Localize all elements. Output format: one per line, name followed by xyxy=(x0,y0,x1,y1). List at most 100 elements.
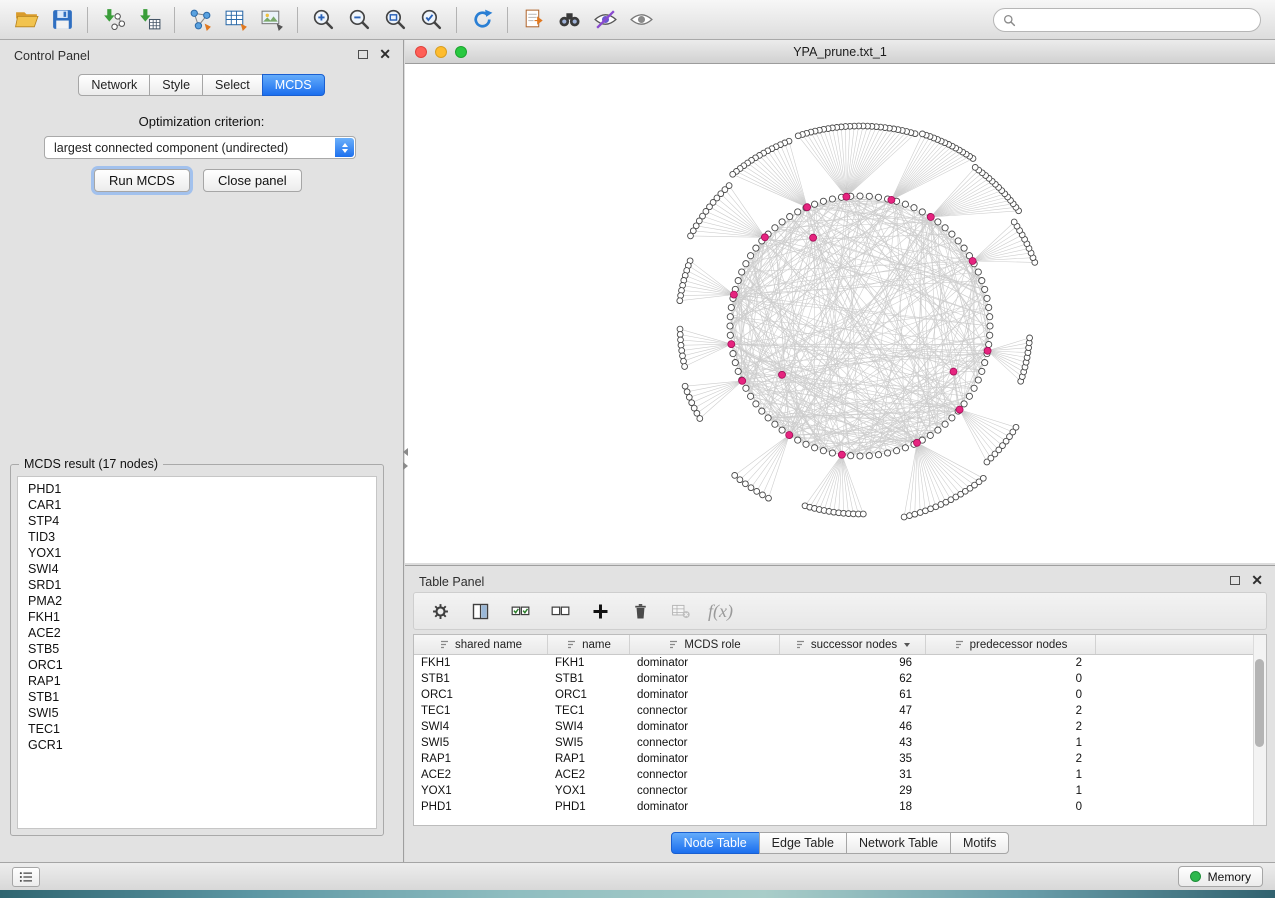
import-network-button[interactable] xyxy=(95,5,131,35)
delete-column-button[interactable] xyxy=(628,599,652,623)
mcds-result-item[interactable]: CAR1 xyxy=(18,497,376,513)
mcds-result-item[interactable]: SWI5 xyxy=(18,705,376,721)
table-tab-node-table[interactable]: Node Table xyxy=(671,832,760,854)
refresh-button[interactable] xyxy=(464,5,500,35)
toolbar-separator xyxy=(507,7,508,33)
table-row[interactable]: YOX1YOX1connector291 xyxy=(414,783,1266,799)
first-neighbors-button[interactable] xyxy=(551,5,587,35)
settings-button[interactable] xyxy=(428,599,452,623)
table-row[interactable]: ACE2ACE2connector311 xyxy=(414,767,1266,783)
zoom-in-icon xyxy=(311,7,336,32)
table-row[interactable]: SWI4SWI4dominator462 xyxy=(414,719,1266,735)
show-columns-button[interactable] xyxy=(468,599,492,623)
select-stepper-icon xyxy=(335,138,354,157)
close-table-panel-icon[interactable]: ✕ xyxy=(1251,575,1263,585)
close-panel-icon[interactable]: ✕ xyxy=(379,49,391,59)
memory-button[interactable]: Memory xyxy=(1178,866,1263,887)
zoom-selected-button[interactable] xyxy=(413,5,449,35)
select-all-button[interactable] xyxy=(508,599,532,623)
table-cell: 35 xyxy=(780,753,926,765)
unselect-all-button[interactable] xyxy=(548,599,572,623)
mcds-result-list[interactable]: PHD1CAR1STP4TID3YOX1SWI4SRD1PMA2FKH1ACE2… xyxy=(17,476,377,829)
mcds-result-item[interactable]: ORC1 xyxy=(18,657,376,673)
export-image-button[interactable] xyxy=(254,5,290,35)
splitter-collapse-buttons[interactable] xyxy=(401,448,409,474)
copy-document-icon xyxy=(521,7,546,32)
mcds-result-item[interactable]: STB5 xyxy=(18,641,376,657)
add-column-button[interactable] xyxy=(588,599,612,623)
table-tab-edge-table[interactable]: Edge Table xyxy=(759,832,847,854)
tab-style[interactable]: Style xyxy=(149,74,203,96)
export-network-button[interactable] xyxy=(182,5,218,35)
mcds-result-item[interactable]: TEC1 xyxy=(18,721,376,737)
column-header-MCDS-role[interactable]: MCDS role xyxy=(630,635,780,654)
tab-network[interactable]: Network xyxy=(78,74,150,96)
open-session-button[interactable] xyxy=(8,5,44,35)
table-tab-motifs[interactable]: Motifs xyxy=(950,832,1009,854)
tab-select[interactable]: Select xyxy=(202,74,263,96)
zoom-in-button[interactable] xyxy=(305,5,341,35)
column-header-shared-name[interactable]: shared name xyxy=(414,635,548,654)
collapse-left-icon[interactable] xyxy=(403,448,408,456)
save-session-button[interactable] xyxy=(44,5,80,35)
network-graph[interactable] xyxy=(405,64,1273,561)
import-table-button[interactable] xyxy=(131,5,167,35)
mcds-result-item[interactable]: TID3 xyxy=(18,529,376,545)
export-table-button[interactable] xyxy=(218,5,254,35)
table-row[interactable]: RAP1RAP1dominator352 xyxy=(414,751,1266,767)
table-scrollbar-thumb[interactable] xyxy=(1255,659,1264,747)
table-tab-network-table[interactable]: Network Table xyxy=(846,832,951,854)
column-header-predecessor-nodes[interactable]: predecessor nodes xyxy=(926,635,1096,654)
mcds-result-item[interactable]: STP4 xyxy=(18,513,376,529)
float-panel-icon[interactable] xyxy=(358,50,368,59)
table-row[interactable]: TEC1TEC1connector472 xyxy=(414,703,1266,719)
zoom-out-button[interactable] xyxy=(341,5,377,35)
table-cell: dominator xyxy=(630,657,780,669)
mcds-result-item[interactable]: YOX1 xyxy=(18,545,376,561)
search-box[interactable] xyxy=(993,8,1261,32)
table-cell: 1 xyxy=(926,785,1096,797)
table-cell: STB1 xyxy=(414,673,548,685)
mcds-result-item[interactable]: STB1 xyxy=(18,689,376,705)
copy-document-button[interactable] xyxy=(515,5,551,35)
mcds-result-item[interactable]: GCR1 xyxy=(18,737,376,753)
status-menu-button[interactable] xyxy=(12,867,40,887)
table-row[interactable]: PHD1PHD1dominator180 xyxy=(414,799,1266,815)
mcds-result-item[interactable]: PMA2 xyxy=(18,593,376,609)
zoom-fit-button[interactable] xyxy=(377,5,413,35)
table-cell: ACE2 xyxy=(414,769,548,781)
window-close-icon[interactable] xyxy=(415,46,427,58)
mcds-result-item[interactable]: SRD1 xyxy=(18,577,376,593)
mcds-result-item[interactable]: ACE2 xyxy=(18,625,376,641)
network-window-titlebar[interactable]: YPA_prune.txt_1 xyxy=(405,40,1275,64)
mcds-result-title: MCDS result (17 nodes) xyxy=(19,457,163,471)
table-cell: FKH1 xyxy=(548,657,630,669)
network-canvas[interactable] xyxy=(405,64,1275,562)
show-all-button[interactable] xyxy=(623,5,659,35)
delete-table-button[interactable] xyxy=(668,599,692,623)
close-panel-button[interactable]: Close panel xyxy=(203,169,302,192)
collapse-right-icon[interactable] xyxy=(403,462,408,470)
search-input[interactable] xyxy=(1022,13,1251,27)
column-header-successor-nodes[interactable]: successor nodes xyxy=(780,635,926,654)
run-mcds-button[interactable]: Run MCDS xyxy=(94,169,190,192)
table-scrollbar-track[interactable] xyxy=(1253,635,1266,825)
mcds-result-item[interactable]: RAP1 xyxy=(18,673,376,689)
table-row[interactable]: ORC1ORC1dominator610 xyxy=(414,687,1266,703)
table-row[interactable]: SWI5SWI5connector431 xyxy=(414,735,1266,751)
memory-status-icon xyxy=(1190,871,1201,882)
table-cell: 47 xyxy=(780,705,926,717)
table-row[interactable]: FKH1FKH1dominator962 xyxy=(414,655,1266,671)
window-minimize-icon[interactable] xyxy=(435,46,447,58)
float-table-panel-icon[interactable] xyxy=(1230,576,1240,585)
optimization-select[interactable]: largest connected component (undirected) xyxy=(44,136,356,159)
mcds-result-item[interactable]: PHD1 xyxy=(18,481,376,497)
mcds-result-item[interactable]: SWI4 xyxy=(18,561,376,577)
tab-mcds[interactable]: MCDS xyxy=(262,74,325,96)
function-builder-button[interactable]: f(x) xyxy=(708,601,733,622)
window-maximize-icon[interactable] xyxy=(455,46,467,58)
table-row[interactable]: STB1STB1dominator620 xyxy=(414,671,1266,687)
mcds-result-item[interactable]: FKH1 xyxy=(18,609,376,625)
column-header-name[interactable]: name xyxy=(548,635,630,654)
hide-selected-button[interactable] xyxy=(587,5,623,35)
